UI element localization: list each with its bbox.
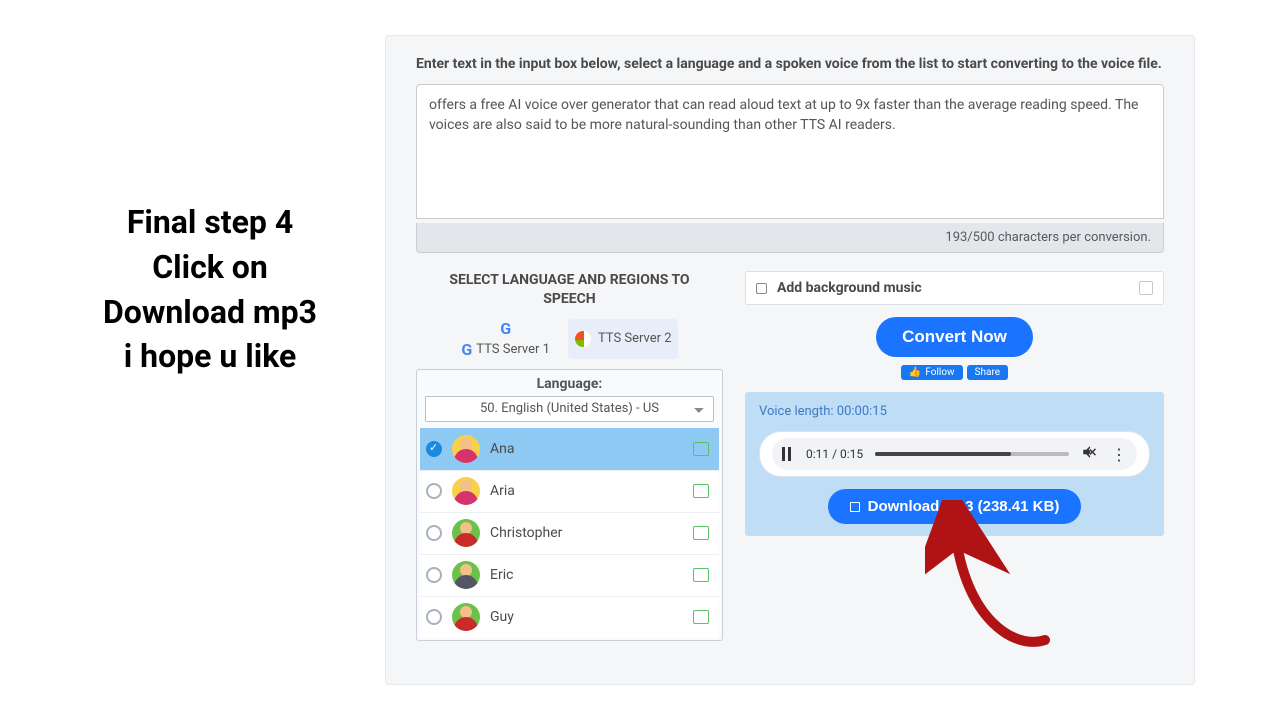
- voice-quality-badge: [693, 568, 709, 582]
- convert-wrap: Convert Now 👍 Follow Share: [745, 317, 1164, 380]
- voice-selector-box: Language: 50. English (United States) - …: [416, 369, 723, 641]
- language-column: SELECT LANGUAGE AND REGIONS TO SPEECH G …: [416, 271, 723, 641]
- pause-icon[interactable]: [782, 447, 794, 461]
- follow-button[interactable]: 👍 Follow: [901, 365, 963, 380]
- voice-row-guy[interactable]: Guy: [420, 596, 719, 638]
- avatar-icon: [452, 519, 480, 547]
- voice-name-label: Aria: [490, 483, 683, 499]
- voice-name-label: Eric: [490, 567, 683, 583]
- voice-row-eric[interactable]: Eric: [420, 554, 719, 596]
- server2-label: TTS Server 2: [598, 331, 672, 346]
- voice-row-aria[interactable]: Aria: [420, 470, 719, 512]
- voice-radio[interactable]: [426, 525, 442, 541]
- voice-list[interactable]: Ana Aria Christopher Eric Guy: [417, 428, 722, 640]
- background-music-row[interactable]: Add background music: [745, 271, 1164, 305]
- caption-line-4: i hope u like: [35, 334, 385, 379]
- char-counter: 193/500 characters per conversion.: [416, 223, 1164, 253]
- language-title-l1: SELECT LANGUAGE AND REGIONS TO: [449, 272, 689, 288]
- bg-music-label: Add background music: [777, 280, 1129, 296]
- google-icon-small: G: [461, 340, 472, 359]
- google-icon: G: [500, 319, 511, 338]
- voice-quality-badge: [693, 442, 709, 456]
- tts-server-2-tab[interactable]: TTS Server 2: [568, 319, 678, 359]
- tutorial-caption: Final step 4 Click on Download mp3 i hop…: [35, 200, 385, 379]
- voice-length-label: Voice length: 00:00:15: [759, 404, 887, 419]
- voice-quality-badge: [693, 610, 709, 624]
- download-icon: [850, 502, 860, 512]
- avatar-icon: [452, 603, 480, 631]
- voice-name-label: Ana: [490, 441, 683, 457]
- text-input[interactable]: offers a free AI voice over generator th…: [416, 84, 1164, 219]
- language-select[interactable]: 50. English (United States) - US: [425, 396, 714, 422]
- lower-columns: SELECT LANGUAGE AND REGIONS TO SPEECH G …: [416, 271, 1164, 641]
- caption-line-2: Click on: [35, 245, 385, 290]
- voice-radio[interactable]: [426, 483, 442, 499]
- language-dropdown-label: Language:: [417, 370, 722, 396]
- language-title-l2: SPEECH: [543, 291, 595, 307]
- mute-icon[interactable]: [1081, 443, 1099, 465]
- player-time: 0:11 / 0:15: [806, 447, 863, 461]
- avatar-icon: [452, 435, 480, 463]
- tts-panel: Enter text in the input box below, selec…: [385, 35, 1195, 685]
- download-label: Download Mp3 (238.41 KB): [868, 498, 1060, 515]
- audio-player[interactable]: 0:11 / 0:15 ⋮: [759, 431, 1150, 477]
- voice-name-label: Guy: [490, 609, 683, 625]
- voice-row-ana[interactable]: Ana: [420, 428, 719, 470]
- avatar-icon: [452, 477, 480, 505]
- bg-music-extra-icon[interactable]: [1139, 281, 1153, 295]
- server-tab-row: G G TTS Server 1 TTS Server 2: [416, 319, 723, 359]
- more-icon[interactable]: ⋮: [1111, 445, 1127, 464]
- voice-radio[interactable]: [426, 609, 442, 625]
- download-mp3-button[interactable]: Download Mp3 (238.41 KB): [828, 489, 1082, 524]
- convert-now-button[interactable]: Convert Now: [876, 317, 1033, 357]
- result-box: Voice length: 00:00:15 0:11 / 0:15 ⋮: [745, 392, 1164, 536]
- voice-quality-badge: [693, 526, 709, 540]
- instruction-text: Enter text in the input box below, selec…: [416, 56, 1164, 72]
- bg-music-checkbox[interactable]: [756, 283, 767, 294]
- microsoft-icon: [574, 330, 592, 348]
- convert-column: Add background music Convert Now 👍 Follo…: [745, 271, 1164, 641]
- voice-quality-badge: [693, 484, 709, 498]
- seek-bar[interactable]: [875, 452, 1069, 456]
- avatar-icon: [452, 561, 480, 589]
- language-section-title: SELECT LANGUAGE AND REGIONS TO SPEECH: [416, 271, 723, 309]
- social-row: 👍 Follow Share: [901, 365, 1008, 380]
- voice-name-label: Christopher: [490, 525, 683, 541]
- voice-radio[interactable]: [426, 567, 442, 583]
- voice-row-christopher[interactable]: Christopher: [420, 512, 719, 554]
- tts-server-1-tab[interactable]: TTS Server 1: [476, 342, 550, 357]
- share-button[interactable]: Share: [967, 365, 1008, 380]
- caption-line-3: Download mp3: [35, 290, 385, 335]
- voice-radio[interactable]: [426, 441, 442, 457]
- caption-line-1: Final step 4: [35, 200, 385, 245]
